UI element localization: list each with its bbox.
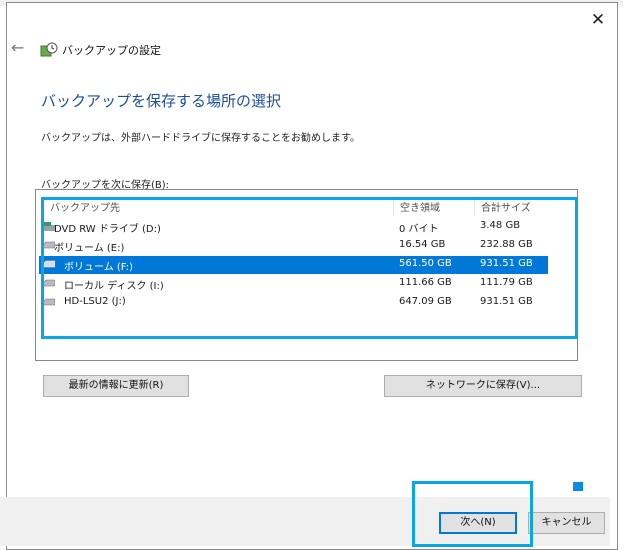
refresh-button[interactable]: 最新の情報に更新(R)	[43, 375, 189, 397]
back-arrow-icon[interactable]: ←	[11, 38, 24, 57]
blue-square-icon	[573, 482, 583, 491]
save-on-network-button[interactable]: ネットワークに保存(V)...	[384, 375, 582, 397]
page-description: バックアップは、外部ハードドライブに保存することをお勧めします。	[41, 133, 360, 144]
backup-app-icon	[40, 42, 58, 57]
close-button[interactable]: ✕	[587, 9, 609, 31]
page-heading: バックアップを保存する場所の選択	[41, 92, 282, 110]
cancel-button[interactable]: キャンセル	[528, 512, 605, 534]
highlight-frame-list	[41, 197, 578, 339]
window-title: バックアップの設定	[62, 44, 161, 57]
highlight-frame-next	[412, 481, 533, 547]
